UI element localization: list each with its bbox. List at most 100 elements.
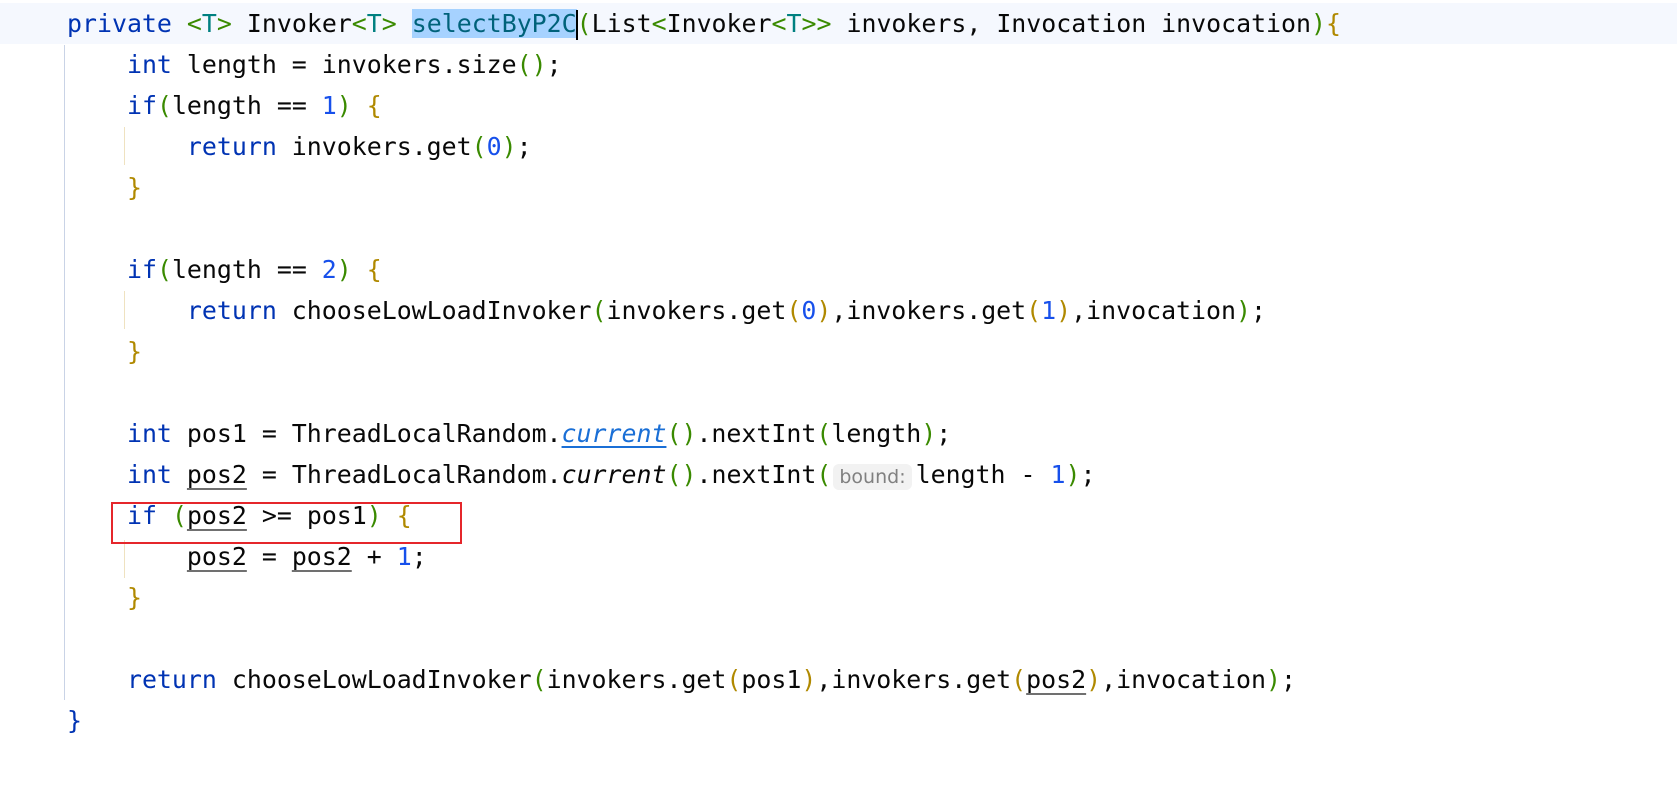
code-token: {: [366, 91, 382, 120]
code-token: invokers.get: [546, 665, 727, 694]
code-token: (: [786, 296, 802, 325]
code-token: pos1 = ThreadLocalRandom.: [171, 419, 562, 448]
code-token: length ==: [171, 91, 322, 120]
code-token: ;: [411, 542, 427, 571]
code-token: pos2: [186, 460, 247, 489]
code-token: if: [126, 255, 157, 284]
code-token: }: [126, 337, 142, 366]
code-token: T: [786, 9, 802, 38]
code-token: return: [186, 132, 277, 161]
code-token: (: [816, 419, 832, 448]
code-token: int: [126, 460, 172, 489]
code-token: ,invocation: [1101, 665, 1266, 694]
code-line[interactable]: return chooseLowLoadInvoker(invokers.get…: [67, 659, 1296, 700]
code-token: }: [126, 173, 142, 202]
code-line[interactable]: }: [67, 331, 142, 372]
code-token: length = invokers.size: [171, 50, 517, 79]
code-token: (: [726, 665, 742, 694]
code-token: ): [336, 255, 352, 284]
code-token: pos1: [741, 665, 802, 694]
code-token: (): [666, 460, 697, 489]
code-line[interactable]: return chooseLowLoadInvoker(invokers.get…: [67, 290, 1266, 331]
code-token: (: [1011, 665, 1027, 694]
code-token: int: [126, 419, 172, 448]
code-token: 1: [1050, 460, 1066, 489]
code-token: (: [531, 665, 547, 694]
code-token: ): [501, 132, 517, 161]
code-token: (: [816, 460, 832, 489]
code-token: <: [771, 9, 787, 38]
code-token: ;: [516, 132, 532, 161]
code-token: ,invokers.get: [816, 665, 1012, 694]
code-token: ): [801, 665, 817, 694]
code-line[interactable]: }: [67, 700, 82, 741]
code-token: length ==: [171, 255, 322, 284]
code-token: = ThreadLocalRandom.: [246, 460, 562, 489]
code-token: ;: [1080, 460, 1096, 489]
code-token: T: [366, 9, 382, 38]
code-line[interactable]: int pos2 = ThreadLocalRandom.current().n…: [67, 454, 1095, 495]
code-token: }: [67, 706, 82, 735]
annotation-highlight-box: [111, 502, 462, 544]
code-token: ,invocation: [1071, 296, 1236, 325]
code-token: (: [471, 132, 487, 161]
code-line[interactable]: int pos1 = ThreadLocalRandom.current().n…: [67, 413, 951, 454]
code-line[interactable]: private <T> Invoker<T> selectByP2C(List<…: [67, 3, 1341, 44]
code-line[interactable]: if(length == 1) {: [67, 85, 382, 126]
code-token: T: [201, 9, 217, 38]
code-token: length: [831, 419, 922, 448]
code-token: ;: [1251, 296, 1266, 325]
code-line[interactable]: if(length == 2) {: [67, 249, 382, 290]
code-line[interactable]: int length = invokers.size();: [67, 44, 562, 85]
code-token: Invoker: [666, 9, 772, 38]
code-token: +: [351, 542, 397, 571]
code-token: invokers.get: [276, 132, 472, 161]
code-token: ): [921, 419, 937, 448]
code-token: <: [351, 9, 367, 38]
code-token: chooseLowLoadInvoker: [216, 665, 532, 694]
indent-guide: [64, 45, 65, 700]
code-token: return: [126, 665, 217, 694]
code-token: invokers.get: [606, 296, 787, 325]
code-token: (: [591, 296, 607, 325]
code-token: (: [156, 255, 172, 284]
code-editor[interactable]: private <T> Invoker<T> selectByP2C(List<…: [0, 0, 1677, 807]
code-token: {: [366, 255, 382, 284]
code-line[interactable]: }: [67, 577, 142, 618]
code-token: 2: [321, 255, 337, 284]
code-line[interactable]: }: [67, 167, 142, 208]
code-token: selectByP2C: [411, 9, 577, 38]
code-token: ): [1056, 296, 1072, 325]
code-token: 1: [1041, 296, 1057, 325]
code-token: chooseLowLoadInvoker: [276, 296, 592, 325]
code-token: ): [1236, 296, 1251, 325]
code-token: >: [216, 9, 232, 38]
code-token: ): [1086, 665, 1102, 694]
code-line[interactable]: return invokers.get(0);: [67, 126, 532, 167]
code-token: 0: [801, 296, 817, 325]
code-token: }: [126, 583, 142, 612]
code-token: >>: [801, 9, 832, 38]
code-token: if: [126, 91, 157, 120]
code-token: =: [246, 542, 292, 571]
code-token: current: [561, 460, 667, 489]
code-token: ): [816, 296, 832, 325]
code-token: ;: [936, 419, 952, 448]
code-token: <: [186, 9, 202, 38]
code-token: return: [186, 296, 277, 325]
code-token: 1: [396, 542, 412, 571]
code-token: ): [1265, 665, 1281, 694]
code-token: .nextInt: [696, 460, 817, 489]
code-token: 1: [321, 91, 337, 120]
